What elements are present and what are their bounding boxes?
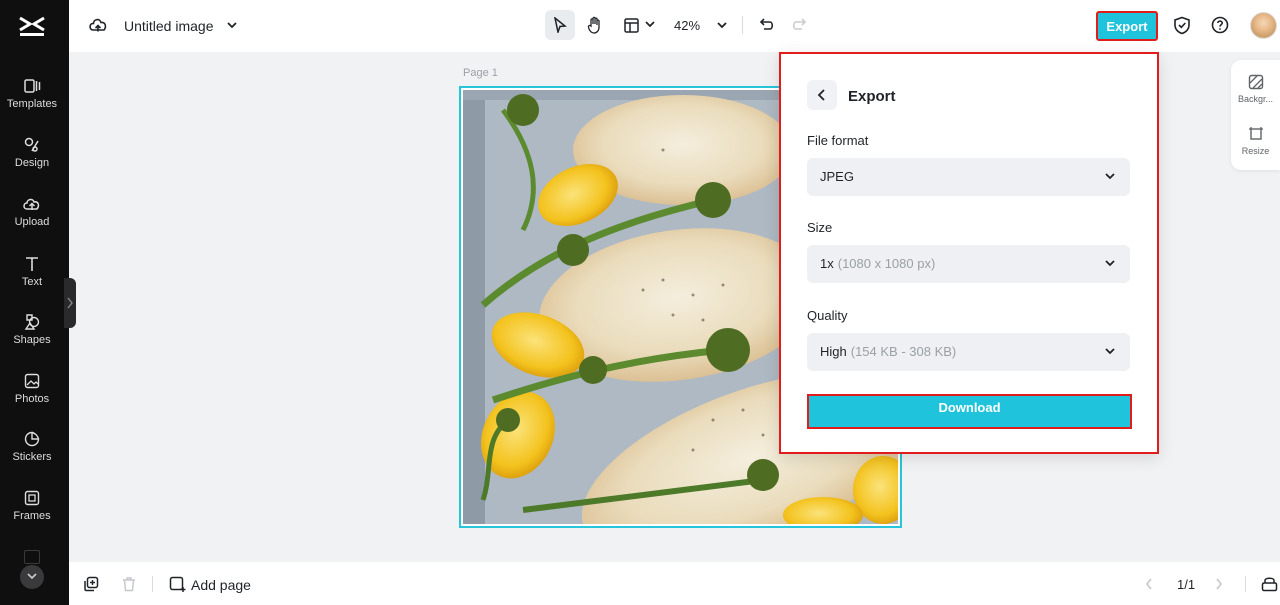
sidebar-item-label: Templates: [6, 98, 58, 110]
sidebar-item-label: Stickers: [12, 451, 52, 463]
trash-icon[interactable]: [121, 576, 137, 592]
sidebar-item-photos[interactable]: Photos: [0, 373, 64, 405]
add-page-icon[interactable]: [169, 576, 186, 593]
capcut-logo[interactable]: [16, 12, 48, 40]
panel-title: Export: [848, 88, 896, 105]
quality-value-wrap: High (154 KB - 308 KB): [820, 344, 956, 359]
sidebar-item-design[interactable]: Design: [0, 137, 64, 169]
left-sidebar: Templates Design Upload Text Shapes Phot…: [0, 0, 69, 605]
divider: [152, 576, 153, 592]
collapse-panel-handle[interactable]: [64, 278, 76, 328]
page-label: Page 1: [463, 67, 498, 79]
size-label: Size: [807, 220, 833, 235]
upload-icon: [23, 198, 40, 210]
file-format-label: File format: [807, 133, 869, 148]
design-icon: [24, 137, 39, 152]
resize-tool-label: Resize: [1241, 146, 1270, 156]
chevron-left-icon: [817, 89, 825, 101]
frames-icon: [24, 490, 40, 506]
chevron-down-icon: [27, 573, 37, 580]
help-icon[interactable]: [1211, 16, 1229, 34]
sidebar-item-shapes[interactable]: Shapes: [0, 314, 64, 346]
pointer-icon: [554, 17, 567, 33]
sidebar-item-stickers[interactable]: Stickers: [0, 431, 64, 463]
bottom-bar: Add page 1/1: [69, 562, 1280, 605]
export-button[interactable]: Export: [1096, 11, 1158, 41]
photos-icon: [24, 373, 40, 389]
stickers-icon: [24, 431, 40, 447]
chevron-down-icon[interactable]: [226, 19, 238, 31]
more-tools-icon: [24, 550, 40, 564]
file-format-value: JPEG: [820, 169, 854, 184]
expand-sidebar-button[interactable]: [20, 565, 44, 589]
export-panel: Export File format JPEG Size 1x (1080 x 1…: [779, 52, 1159, 454]
sidebar-item-label: Design: [14, 157, 50, 169]
top-toolbar: Untitled image 42% Export: [69, 0, 1280, 52]
zoom-level[interactable]: 42%: [674, 18, 700, 33]
divider: [742, 16, 743, 34]
right-tools-panel: Backgr... Resize: [1231, 60, 1280, 170]
sidebar-item-label: Photos: [14, 393, 50, 405]
avatar[interactable]: [1250, 12, 1277, 39]
undo-icon[interactable]: [758, 16, 774, 32]
quality-label: Quality: [807, 308, 848, 323]
cloud-sync-icon[interactable]: [88, 16, 108, 34]
back-button[interactable]: [807, 80, 837, 110]
chevron-down-icon: [1105, 173, 1115, 180]
text-icon: [26, 257, 38, 271]
layout-icon: [624, 18, 639, 33]
resize-tool[interactable]: Resize: [1231, 126, 1280, 156]
size-value: 1x: [820, 256, 834, 271]
quality-detail: (154 KB - 308 KB): [850, 344, 957, 359]
sidebar-item-text[interactable]: Text: [0, 256, 64, 288]
sidebar-item-label: Upload: [14, 216, 50, 228]
sidebar-item-label: Shapes: [13, 334, 51, 346]
background-tool-label: Backgr...: [1237, 94, 1273, 104]
select-tool-button[interactable]: [545, 10, 575, 40]
chevron-right-icon: [67, 297, 73, 309]
sidebar-item-templates[interactable]: Templates: [0, 78, 64, 110]
duplicate-page-icon[interactable]: [83, 576, 99, 592]
chevron-right-icon[interactable]: [1214, 577, 1224, 591]
download-button[interactable]: Download: [807, 394, 1132, 429]
size-value-wrap: 1x (1080 x 1080 px): [820, 256, 935, 271]
size-detail: (1080 x 1080 px): [837, 256, 936, 271]
page-counter: 1/1: [1177, 577, 1196, 592]
file-format-select[interactable]: JPEG: [807, 158, 1130, 196]
divider: [1245, 576, 1246, 592]
chevron-down-icon[interactable]: [716, 19, 728, 31]
add-page-button[interactable]: Add page: [191, 577, 251, 593]
chevron-down-icon: [1105, 348, 1115, 355]
chevron-left-icon[interactable]: [1144, 577, 1154, 591]
hand-tool-button[interactable]: [580, 10, 610, 40]
sidebar-item-upload[interactable]: Upload: [0, 196, 64, 228]
background-tool[interactable]: Backgr...: [1231, 74, 1280, 104]
shield-icon[interactable]: [1173, 16, 1191, 35]
redo-icon[interactable]: [792, 16, 808, 32]
document-title[interactable]: Untitled image: [124, 18, 214, 34]
chevron-down-icon: [645, 21, 655, 28]
quality-select[interactable]: High (154 KB - 308 KB): [807, 333, 1130, 371]
sidebar-item-label: Frames: [13, 510, 51, 522]
shapes-icon: [24, 314, 40, 330]
templates-icon: [24, 79, 41, 93]
quality-value: High: [820, 344, 847, 359]
size-select[interactable]: 1x (1080 x 1080 px): [807, 245, 1130, 283]
chevron-down-icon: [1105, 260, 1115, 267]
sidebar-item-frames[interactable]: Frames: [0, 490, 64, 522]
sidebar-item-label: Text: [21, 276, 43, 288]
layout-tool-button[interactable]: [620, 10, 660, 40]
page-manager-icon[interactable]: [1261, 576, 1278, 592]
resize-icon: [1248, 127, 1263, 140]
hand-icon: [587, 16, 600, 34]
background-icon: [1248, 74, 1263, 90]
